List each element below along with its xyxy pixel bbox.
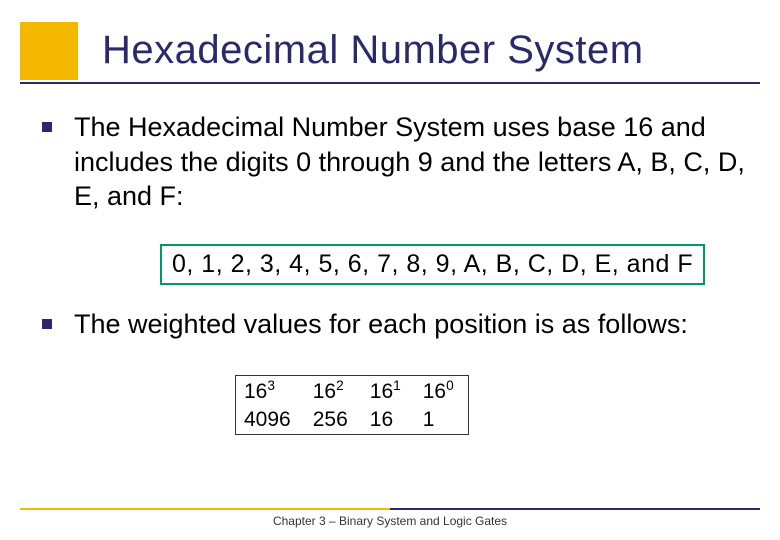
power-cell: 160	[415, 376, 468, 406]
bullet-square-icon	[42, 122, 52, 132]
bullet-item-weighted: The weighted values for each position is…	[42, 307, 760, 342]
hex-digits-box: 0, 1, 2, 3, 4, 5, 6, 7, 8, 9, A, B, C, D…	[160, 244, 705, 285]
table-row: 4096 256 16 1	[236, 406, 468, 434]
bullet-text-weighted: The weighted values for each position is…	[74, 307, 688, 342]
value-cell: 1	[415, 406, 468, 434]
footer-divider	[20, 508, 760, 510]
title-accent-box	[20, 22, 78, 80]
slide-content: The Hexadecimal Number System uses base …	[0, 110, 780, 440]
title-underline	[20, 82, 760, 84]
power-cell: 163	[236, 376, 305, 406]
power-cell: 162	[305, 376, 362, 406]
bullet-text-intro: The Hexadecimal Number System uses base …	[74, 110, 760, 214]
bullet-square-icon	[42, 319, 52, 329]
value-cell: 256	[305, 406, 362, 434]
table-row: 163 162 161 160	[236, 376, 468, 406]
slide-title: Hexadecimal Number System	[102, 28, 644, 73]
value-cell: 4096	[236, 406, 305, 434]
weighted-values-table: 163 162 161 160 4096 256 16 1	[235, 375, 469, 435]
bullet-item-intro: The Hexadecimal Number System uses base …	[42, 110, 760, 214]
power-cell: 161	[362, 376, 415, 406]
slide-footer: Chapter 3 – Binary System and Logic Gate…	[0, 508, 780, 528]
value-cell: 16	[362, 406, 415, 434]
footer-text: Chapter 3 – Binary System and Logic Gate…	[0, 514, 780, 528]
